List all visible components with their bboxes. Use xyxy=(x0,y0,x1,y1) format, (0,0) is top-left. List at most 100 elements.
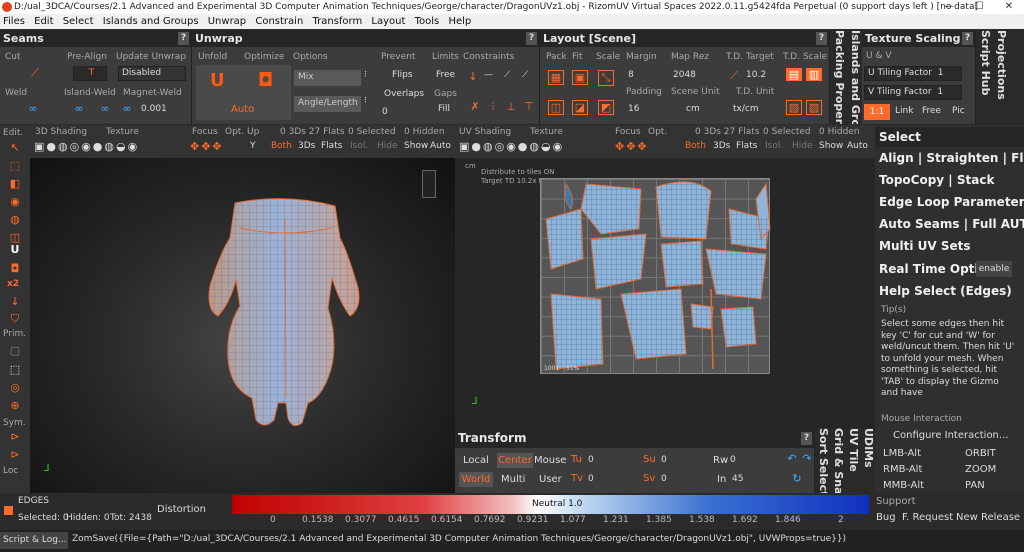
3ds-button[interactable]: 3Ds xyxy=(298,141,315,151)
help-icon[interactable]: ? xyxy=(801,432,812,445)
axis-select[interactable]: Y xyxy=(250,141,256,151)
constraint-a-icon[interactable]: ⊥ xyxy=(504,100,518,113)
shading-icons[interactable]: ▣●◍◎◉●◍◒◉ xyxy=(34,140,139,153)
maximize-icon[interactable]: ☐ xyxy=(964,0,994,14)
prim-box-icon[interactable]: ▢ xyxy=(8,344,22,357)
auto-button[interactable]: Auto xyxy=(231,104,254,115)
pointer-icon[interactable]: ↖ xyxy=(8,141,22,154)
view-cube-icon[interactable] xyxy=(422,170,436,198)
cut-icon[interactable]: ⟋ xyxy=(28,66,42,80)
both-button[interactable]: Both xyxy=(271,141,292,151)
pack-a-icon[interactable]: ◫ xyxy=(548,100,564,115)
weld-icon[interactable]: ∞ xyxy=(26,102,40,115)
isol-button[interactable]: Isol. xyxy=(350,141,368,151)
constraint-i-icon[interactable]: ⫶ xyxy=(486,100,500,114)
overlaps-button[interactable]: Overlaps xyxy=(384,89,424,99)
fit-icon[interactable]: ▣ xyxy=(572,70,588,85)
scene-unit-value[interactable]: cm xyxy=(686,104,700,114)
uv-flats-button[interactable]: Flats xyxy=(736,141,757,151)
stepper-icon[interactable]: ⁝ xyxy=(364,70,367,80)
island-weld-icon[interactable]: ∞ xyxy=(72,102,86,115)
sym-alt-icon[interactable]: ⊳ xyxy=(8,448,22,461)
sym-icon[interactable]: ⊳ xyxy=(8,430,22,443)
uv-show-button[interactable]: Show xyxy=(819,141,843,151)
island-select-icon[interactable]: ◉ xyxy=(8,195,22,208)
pack-c-icon[interactable]: ◩ xyxy=(598,100,614,115)
poly-select-icon[interactable]: ◧ xyxy=(8,177,22,190)
td-a-icon[interactable]: ▧ xyxy=(786,100,802,115)
tab-sort-select[interactable]: Sort Select xyxy=(815,428,830,493)
magnet-weld-icon[interactable]: ∞ xyxy=(120,102,134,115)
tv-value[interactable]: 0 xyxy=(588,474,594,484)
pack-b-icon[interactable]: ◪ xyxy=(572,100,588,115)
tab-packing-properties[interactable]: Packing Properties xyxy=(830,30,846,124)
rotate-cw-icon[interactable]: ↷ xyxy=(800,452,814,465)
unwrap-u-icon[interactable]: U xyxy=(8,243,22,256)
script-log-button[interactable]: Script & Log... xyxy=(0,532,68,549)
hline-icon[interactable]: — xyxy=(484,70,493,80)
pre-align-toggle[interactable]: T xyxy=(73,66,107,81)
link-button[interactable]: Link xyxy=(895,106,913,116)
margin-value[interactable]: 8 xyxy=(628,70,634,80)
edge-select-icon[interactable]: ⬚ xyxy=(8,159,22,172)
prim-rect-icon[interactable]: ⬚ xyxy=(8,363,22,376)
overlaps-value[interactable]: 0 xyxy=(382,107,388,117)
update-unwrap-select[interactable]: Disabled xyxy=(118,66,186,81)
u-tiling-field[interactable]: U Tiling Factor 1 xyxy=(864,66,962,81)
x2-label[interactable]: x2 xyxy=(7,279,19,289)
td-target-value[interactable]: 10.2 xyxy=(746,70,766,80)
angle-length-select[interactable]: Angle/Length xyxy=(294,96,361,112)
tab-projections[interactable]: Projections xyxy=(992,30,1008,124)
shield-icon[interactable]: ⛉ xyxy=(8,312,22,326)
rotate-apply-icon[interactable]: ↻ xyxy=(790,472,804,485)
auto-button[interactable]: Auto xyxy=(430,141,451,151)
limits-free[interactable]: Free xyxy=(436,70,455,80)
center-button[interactable]: Center xyxy=(497,453,533,468)
menu-layout[interactable]: Layout xyxy=(371,16,405,27)
user-button[interactable]: User xyxy=(539,474,562,485)
uv-auto-button[interactable]: Auto xyxy=(847,141,868,151)
uv-islands[interactable] xyxy=(541,179,771,375)
su-value[interactable]: 0 xyxy=(661,455,667,465)
view3d-viewport[interactable]: ⅃ xyxy=(30,158,455,493)
bug-link[interactable]: Bug xyxy=(876,512,896,523)
help-icon[interactable]: ? xyxy=(526,32,537,45)
world-button[interactable]: World xyxy=(459,472,493,487)
curve-icon[interactable]: ⟋ xyxy=(522,70,528,80)
rw-value[interactable]: 0 xyxy=(730,455,736,465)
td-b-icon[interactable]: ▨ xyxy=(806,100,822,115)
configure-interaction-button[interactable]: Configure Interaction... xyxy=(893,430,1008,441)
pack-icon[interactable]: ▦ xyxy=(548,70,564,85)
feature-request-link[interactable]: F. Request xyxy=(902,512,953,523)
island-weld-alt-icon[interactable]: ∞ xyxy=(98,102,112,115)
menu-constrain[interactable]: Constrain xyxy=(255,16,303,27)
topocopy-section[interactable]: TopoCopy | Stack xyxy=(879,173,1024,187)
prim-axis-icon[interactable]: ⊕ xyxy=(8,399,22,412)
scale-icon[interactable]: ⤡ xyxy=(598,70,614,86)
tab-script-hub[interactable]: Script Hub xyxy=(976,30,992,124)
auto-seams-section[interactable]: Auto Seams | Full AUTO xyxy=(879,217,1024,231)
menu-files[interactable]: Files xyxy=(3,16,25,27)
pin-tool-icon[interactable]: ↓ xyxy=(8,295,22,308)
menu-islands[interactable]: Islands and Groups xyxy=(103,16,199,27)
new-release-link[interactable]: New Release xyxy=(956,512,1020,523)
constraint-b-icon[interactable]: ⊤ xyxy=(522,100,536,113)
menu-help[interactable]: Help xyxy=(448,16,471,27)
close-icon[interactable]: ✕ xyxy=(994,0,1024,14)
flats-button[interactable]: Flats xyxy=(321,141,342,151)
minimize-icon[interactable]: — xyxy=(934,0,964,14)
pin-icon[interactable]: ↓ xyxy=(466,70,480,83)
tab-grid-snap[interactable]: Grid & Snap xyxy=(830,428,845,493)
help-icon[interactable]: ? xyxy=(178,32,189,45)
mesh-select-icon[interactable]: ◍ xyxy=(8,213,22,226)
tu-value[interactable]: 0 xyxy=(588,455,594,465)
uv-both-button[interactable]: Both xyxy=(685,141,706,151)
optimize-o-icon[interactable]: ◘ xyxy=(8,262,22,275)
uv-isol-button[interactable]: Isol. xyxy=(765,141,783,151)
flips-button[interactable]: Flips xyxy=(392,70,413,80)
menu-tools[interactable]: Tools xyxy=(415,16,440,27)
menu-transform[interactable]: Transform xyxy=(312,16,362,27)
magnet-weld-value[interactable]: 0.001 xyxy=(141,104,167,114)
gaps-fill[interactable]: Fill xyxy=(438,104,450,114)
uv-hide-button[interactable]: Hide xyxy=(792,141,813,151)
